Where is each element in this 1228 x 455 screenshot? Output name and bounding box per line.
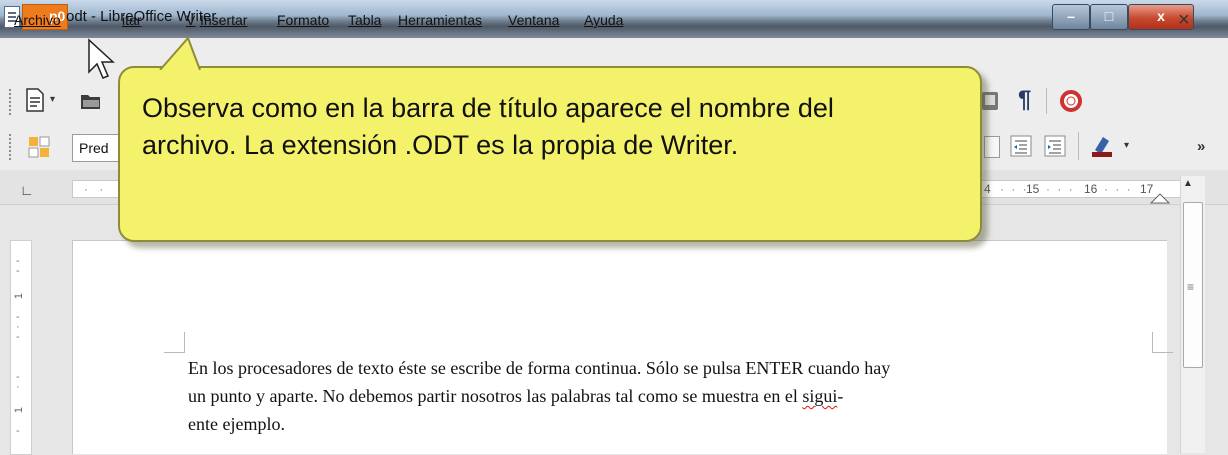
indent-decrease-icon[interactable] — [1010, 135, 1032, 157]
text-boundary-mark — [1152, 332, 1173, 353]
ruler-number: 15 — [1026, 182, 1040, 196]
document-text-line: un punto y aparte. No debemos partir nos… — [188, 386, 843, 407]
toolbar-separator — [1078, 132, 1079, 160]
callout-line: archivo. La extensión .ODT es la propia … — [142, 130, 739, 160]
highlight-icon[interactable] — [1090, 134, 1116, 158]
vertical-ruler-ticks: - — [16, 425, 20, 437]
vertical-ruler-number: 1 — [13, 292, 26, 300]
mouse-pointer-icon — [88, 38, 115, 79]
toolbar-overflow-icon[interactable]: » — [1197, 138, 1205, 155]
document-text-line: En los procesadores de texto éste se esc… — [188, 358, 891, 378]
menu-herramientas[interactable]: Herramientas — [398, 12, 482, 28]
menu-formato[interactable]: Formato — [277, 12, 329, 28]
maximize-button[interactable]: □ — [1090, 4, 1128, 30]
toolbar-separator — [1046, 88, 1047, 114]
align-icon[interactable] — [984, 136, 1000, 158]
ruler-number: 4 — [984, 182, 991, 196]
formatting-marks-icon[interactable]: ¶ — [1018, 86, 1031, 114]
toolbar-grip-icon[interactable] — [8, 133, 12, 161]
vertical-ruler-number: 1 — [13, 406, 26, 414]
vertical-ruler[interactable] — [10, 240, 32, 455]
ruler-number: 16 — [1084, 182, 1098, 196]
menu-ventana[interactable]: Ventana — [508, 12, 559, 28]
text-run: - — [837, 386, 844, 406]
text-run: un punto y aparte. No debemos partir nos… — [188, 386, 803, 406]
toolbar-grip-icon[interactable] — [8, 88, 12, 116]
chevron-down-icon[interactable]: ▾ — [1124, 140, 1129, 151]
scroll-grip-icon: ≡ — [1187, 280, 1195, 294]
styles-icon[interactable] — [28, 136, 50, 158]
ruler-ticks: · · — [84, 182, 108, 196]
vertical-ruler-ticks: - · - — [16, 311, 20, 343]
right-indent-marker-icon[interactable] — [1150, 192, 1170, 204]
vertical-ruler-ticks: -- — [16, 255, 20, 277]
ruler-ticks: · · · — [1046, 182, 1075, 196]
ruler-ticks: · · · — [1000, 182, 1029, 196]
text-boundary-mark — [164, 332, 185, 353]
callout-line: Observa como en la barra de título apare… — [142, 93, 834, 123]
paragraph-style-value: Pred — [79, 140, 109, 156]
chevron-down-icon[interactable]: ▾ — [50, 94, 55, 105]
document-text-line: ente ejemplo. — [188, 414, 285, 434]
help-lifebuoy-icon[interactable] — [1060, 90, 1082, 112]
indent-increase-icon[interactable] — [1044, 135, 1066, 157]
menu-tabla[interactable]: Tabla — [348, 12, 381, 28]
new-document-icon[interactable] — [24, 88, 46, 112]
menu-ayuda[interactable]: Ayuda — [584, 12, 623, 28]
scroll-up-icon[interactable]: ▲ — [1183, 178, 1193, 189]
minimize-button[interactable]: – — [1052, 4, 1090, 30]
misspelled-word: sigui — [802, 386, 838, 406]
open-folder-icon[interactable] — [80, 92, 102, 110]
tab-stop-icon[interactable]: ∟ — [20, 182, 34, 198]
print-preview-icon[interactable] — [980, 90, 1000, 112]
ruler-ticks: · · · — [1104, 182, 1133, 196]
vertical-ruler-ticks: - · — [16, 371, 20, 393]
close-document-icon[interactable]: × — [1178, 9, 1190, 32]
callout-text: Observa como en la barra de título apare… — [142, 90, 972, 164]
